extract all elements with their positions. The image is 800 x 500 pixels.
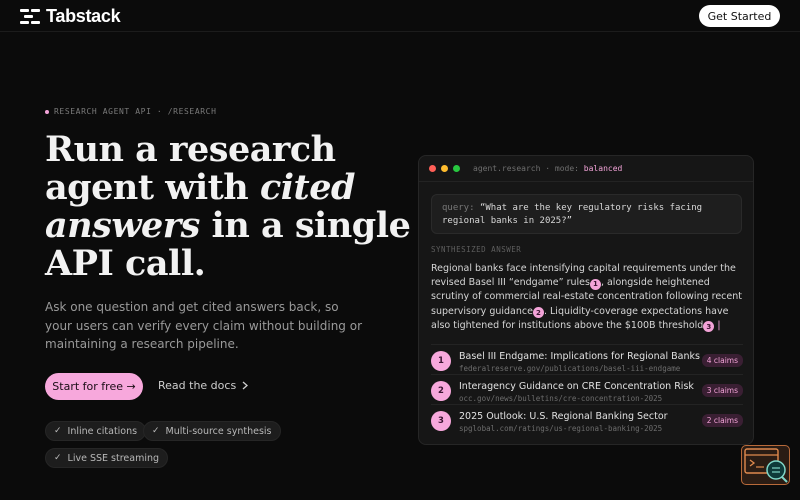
check-icon: ✓ [54,426,62,436]
feature-label: Inline citations [67,425,138,437]
help-widget-button[interactable] [741,445,790,485]
source-url: occ.gov/news/bulletins/cre-concentration… [459,394,663,403]
brand-name: Tabstack [46,6,121,26]
query-key: query: [442,203,475,213]
mode-value: balanced [583,164,623,173]
source-number: 3 [431,411,451,431]
feature-pill-inline-citations: ✓ Inline citations [45,421,147,441]
source-title: Basel III Endgame: Implications for Regi… [459,351,700,362]
claims-badge: 4 claims [701,354,743,367]
top-navbar: Tabstack Get Started [0,0,800,32]
hero-headline: Run a research agent with cited answers … [45,131,425,283]
check-icon: ✓ [152,426,160,436]
get-started-button[interactable]: Get Started [699,5,780,27]
research-demo-terminal: agent.research · mode: balanced query: “… [418,155,754,445]
terminal-titlebar: agent.research · mode: balanced [419,156,753,182]
source-number: 2 [431,381,451,401]
maximize-dot-icon [453,165,460,172]
citation-marker-1[interactable]: 1 [589,278,601,290]
source-row[interactable]: 2 Interagency Guidance on CRE Concentrat… [431,374,743,404]
minimize-dot-icon [441,165,448,172]
source-title: Interagency Guidance on CRE Concentratio… [459,381,694,392]
query-box: query: “What are the key regulatory risk… [431,194,742,234]
source-number: 1 [431,351,451,371]
eyebrow-text: RESEARCH AGENT API · /RESEARCH [54,107,217,116]
terminal-title-text: agent.research · mode: [473,164,579,173]
sources-list: 1 Basel III Endgame: Implications for Re… [431,344,743,434]
start-for-free-button[interactable]: Start for free → [45,373,143,400]
source-url: federalreserve.gov/publications/basel-ii… [459,364,681,373]
typing-caret: | [717,319,721,331]
synthesized-answer-label: SYNTHESIZED ANSWER [431,245,522,254]
source-row[interactable]: 3 2025 Outlook: U.S. Regional Banking Se… [431,404,743,434]
feature-label: Multi-source synthesis [165,425,272,437]
hero-subcopy: Ask one question and get cited answers b… [45,300,363,351]
read-the-docs-link[interactable]: Read the docs [158,379,249,392]
source-title: 2025 Outlook: U.S. Regional Banking Sect… [459,411,668,422]
claims-badge: 3 claims [701,384,743,397]
terminal-title: agent.research · mode: balanced [473,164,622,173]
brand-logo[interactable]: Tabstack [20,6,121,27]
feature-pill-multi-source: ✓ Multi-source synthesis [143,421,281,441]
check-icon: ✓ [54,453,62,463]
source-url: spglobal.com/ratings/us-regional-banking… [459,424,663,433]
tabstack-logo-icon [20,8,40,26]
synthesized-answer: Regional banks face intensifying capital… [431,262,746,333]
citation-marker-2[interactable]: 2 [532,307,544,319]
claims-badge: 2 claims [701,414,743,427]
read-docs-label: Read the docs [158,379,237,392]
query-text: “What are the key regulatory risks facin… [442,203,703,226]
close-dot-icon [429,165,436,172]
feature-label: Live SSE streaming [67,452,160,464]
feature-pill-sse-streaming: ✓ Live SSE streaming [45,448,169,468]
chevron-right-icon [242,381,249,390]
citation-marker-3[interactable]: 3 [703,321,715,333]
eyebrow-dot-icon [45,109,49,114]
search-docs-icon [744,448,788,483]
source-row[interactable]: 1 Basel III Endgame: Implications for Re… [431,344,743,374]
eyebrow-label: RESEARCH AGENT API · /RESEARCH [45,107,217,116]
